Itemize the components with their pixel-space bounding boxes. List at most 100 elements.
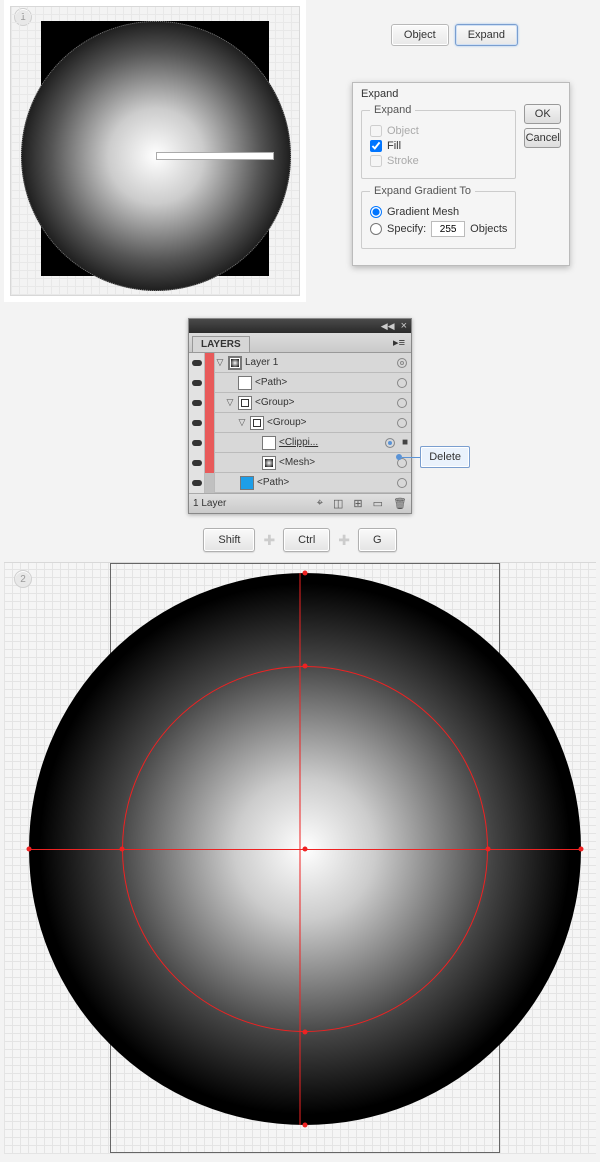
- item-thumb: [238, 396, 252, 410]
- label-gradient-mesh: Gradient Mesh: [387, 206, 459, 218]
- delete-label: Delete: [420, 446, 470, 468]
- expand-legend: Expand: [370, 104, 415, 116]
- layer-thumb: [228, 356, 242, 370]
- layer-row-mesh[interactable]: <Mesh>: [189, 453, 411, 473]
- eye-icon[interactable]: [192, 380, 202, 386]
- layer-row-group[interactable]: ▽ <Group>: [189, 393, 411, 413]
- artboard-1[interactable]: [10, 6, 300, 296]
- radio-specify[interactable]: [370, 223, 382, 235]
- eye-icon[interactable]: [192, 360, 202, 366]
- plus-icon: ✚: [338, 532, 350, 549]
- anchor-inner-bottom[interactable]: [303, 1030, 308, 1035]
- locate-icon[interactable]: ⌖: [317, 497, 323, 510]
- layer-row-group-2[interactable]: ▽ <Group>: [189, 413, 411, 433]
- label-object: Object: [387, 125, 419, 137]
- label-specify: Specify:: [387, 223, 426, 235]
- target-icon[interactable]: [397, 378, 407, 388]
- layers-panel: ◀◀ × LAYERS ▸≡ ▽ Layer 1 <Path>: [188, 318, 412, 514]
- new-sublayer-icon[interactable]: ⊞: [353, 497, 362, 510]
- layer-count: 1 Layer: [193, 498, 226, 509]
- item-name-clipping[interactable]: <Clippi...: [279, 437, 381, 448]
- expand-dialog: Expand Expand Object Fill Stroke Expand …: [352, 82, 570, 266]
- make-clip-icon[interactable]: ◫: [333, 497, 343, 510]
- layer-name[interactable]: Layer 1: [245, 357, 393, 368]
- trash-icon[interactable]: 🗑: [393, 497, 407, 510]
- item-thumb: [262, 456, 276, 470]
- twirl-icon[interactable]: ▽: [215, 357, 225, 368]
- menu-expand[interactable]: Expand: [455, 24, 518, 46]
- panel-menu-icon[interactable]: ▸≡: [387, 333, 411, 352]
- anchor-left[interactable]: [27, 847, 32, 852]
- target-icon-selected[interactable]: [385, 438, 395, 448]
- target-icon[interactable]: [397, 358, 407, 368]
- item-name[interactable]: <Mesh>: [279, 457, 393, 468]
- lock-col[interactable]: [205, 373, 215, 393]
- expand-fieldset: Expand Object Fill Stroke: [361, 104, 516, 179]
- lock-col[interactable]: [205, 393, 215, 413]
- gradient-annotator[interactable]: [156, 152, 274, 160]
- key-ctrl: Ctrl: [283, 528, 330, 552]
- anchor-inner-right[interactable]: [486, 847, 491, 852]
- item-name[interactable]: <Group>: [267, 417, 393, 428]
- key-g: G: [358, 528, 397, 552]
- new-layer-icon[interactable]: ▭: [373, 497, 383, 510]
- target-icon[interactable]: [397, 418, 407, 428]
- layer-list: ▽ Layer 1 <Path> ▽ <Group>: [189, 353, 411, 493]
- collapse-icon[interactable]: ◀◀: [381, 321, 395, 332]
- expand-to-legend: Expand Gradient To: [370, 185, 475, 197]
- layer-row-path[interactable]: <Path>: [189, 373, 411, 393]
- item-name[interactable]: <Group>: [255, 397, 393, 408]
- radio-gradient-mesh[interactable]: [370, 206, 382, 218]
- lock-col[interactable]: [205, 473, 215, 493]
- item-thumb: [238, 376, 252, 390]
- panel-titlebar[interactable]: ◀◀ ×: [189, 319, 411, 333]
- layer-row-clipping[interactable]: <Clippi... ■: [189, 433, 411, 453]
- target-icon[interactable]: [397, 478, 407, 488]
- section-1: 1 Object Expand Expand Expand Object Fil…: [0, 0, 600, 300]
- twirl-icon[interactable]: ▽: [237, 417, 247, 428]
- delete-tooltip: Delete: [396, 446, 470, 468]
- layer-row-layer1[interactable]: ▽ Layer 1: [189, 353, 411, 373]
- anchor-inner-top[interactable]: [303, 664, 308, 669]
- item-thumb: [250, 416, 264, 430]
- item-name[interactable]: <Path>: [257, 477, 393, 488]
- checkbox-fill[interactable]: [370, 140, 382, 152]
- anchor-top[interactable]: [303, 571, 308, 576]
- anchor-right[interactable]: [579, 847, 584, 852]
- eye-icon[interactable]: [192, 480, 202, 486]
- anchor-center[interactable]: [303, 847, 308, 852]
- checkbox-stroke: [370, 155, 382, 167]
- item-name[interactable]: <Path>: [255, 377, 393, 388]
- twirl-icon[interactable]: ▽: [225, 397, 235, 408]
- menu-object[interactable]: Object: [391, 24, 449, 46]
- layers-panel-wrap: ◀◀ × LAYERS ▸≡ ▽ Layer 1 <Path>: [188, 318, 412, 514]
- expand-to-fieldset: Expand Gradient To Gradient Mesh Specify…: [361, 185, 516, 249]
- label-stroke: Stroke: [387, 155, 419, 167]
- eye-icon[interactable]: [192, 440, 202, 446]
- lock-col[interactable]: [205, 353, 215, 373]
- artboard-2[interactable]: [4, 562, 596, 1154]
- layer-row-path-2[interactable]: <Path>: [189, 473, 411, 493]
- close-icon[interactable]: ×: [401, 321, 407, 332]
- key-shift: Shift: [203, 528, 255, 552]
- radial-gradient-ellipse[interactable]: [21, 21, 291, 291]
- cancel-button[interactable]: Cancel: [524, 128, 561, 148]
- lock-col[interactable]: [205, 433, 215, 453]
- eye-icon[interactable]: [192, 400, 202, 406]
- lock-col[interactable]: [205, 413, 215, 433]
- eye-icon[interactable]: [192, 420, 202, 426]
- ok-button[interactable]: OK: [524, 104, 561, 124]
- lock-col[interactable]: [205, 453, 215, 473]
- layers-tab[interactable]: LAYERS: [192, 336, 250, 352]
- anchor-inner-left[interactable]: [120, 847, 125, 852]
- item-thumb: [262, 436, 276, 450]
- target-icon[interactable]: [397, 398, 407, 408]
- keyboard-shortcut: Shift ✚ Ctrl ✚ G: [0, 528, 600, 552]
- input-specify-count[interactable]: [431, 221, 465, 237]
- step-badge-2: 2: [14, 570, 32, 588]
- label-objects: Objects: [470, 223, 507, 235]
- dialog-title: Expand: [361, 88, 561, 100]
- eye-icon[interactable]: [192, 460, 202, 466]
- anchor-bottom[interactable]: [303, 1123, 308, 1128]
- label-fill: Fill: [387, 140, 401, 152]
